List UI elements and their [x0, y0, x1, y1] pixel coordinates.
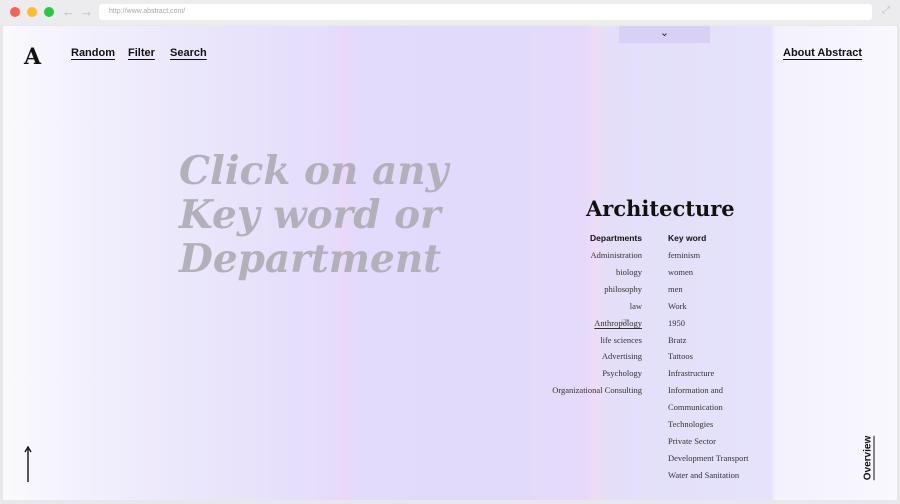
- chevron-down-icon: ⌄: [659, 27, 670, 39]
- logo[interactable]: A: [24, 44, 41, 70]
- headline-line: Key word or: [179, 192, 441, 238]
- cursor-pointer-icon: ☞: [621, 317, 630, 328]
- departments-heading: Departments: [590, 233, 642, 243]
- keyword-item[interactable]: Tattoos: [668, 348, 749, 365]
- arrow-right-icon[interactable]: →: [80, 4, 93, 20]
- overview-label: Overview: [862, 435, 874, 481]
- browser-chrome: ← → http://www.abstract.com/ ⤢: [0, 0, 900, 25]
- department-item[interactable]: biology: [552, 264, 642, 281]
- expand-icon[interactable]: ⤢: [882, 5, 890, 16]
- department-item[interactable]: philosophy: [552, 281, 642, 298]
- close-window-button[interactable]: [10, 7, 20, 17]
- department-item[interactable]: Organizational Consulting: [552, 382, 642, 399]
- page-viewport: ⌄ A Random Filter Search About Abstract …: [3, 26, 897, 500]
- keyword-item[interactable]: Information and: [668, 382, 749, 399]
- keyword-item[interactable]: men: [668, 281, 749, 298]
- nav-filter-link[interactable]: Filter: [128, 47, 155, 59]
- keyword-item[interactable]: Technologies: [668, 416, 749, 433]
- keyword-item[interactable]: Development Transport: [668, 450, 749, 467]
- overview-link[interactable]: Overview: [861, 434, 875, 482]
- maximize-window-button[interactable]: [44, 7, 54, 17]
- keywords-list: feminism women men Work 1950 Bratz Tatto…: [668, 247, 749, 484]
- department-item[interactable]: Psychology: [552, 365, 642, 382]
- about-abstract-link[interactable]: About Abstract: [783, 47, 862, 59]
- headline: Click on any Key word or Department: [179, 149, 509, 281]
- headline-line: Click on any: [179, 148, 449, 194]
- address-bar[interactable]: http://www.abstract.com/: [99, 4, 872, 20]
- keyword-item[interactable]: Private Sector: [668, 433, 749, 450]
- keyword-item[interactable]: Work: [668, 298, 749, 315]
- arrow-up-icon[interactable]: [24, 446, 32, 482]
- arrow-left-icon[interactable]: ←: [62, 4, 75, 20]
- department-item[interactable]: Advertising: [552, 348, 642, 365]
- section-title: Architecture: [586, 196, 735, 221]
- nav-search-link[interactable]: Search: [170, 47, 207, 59]
- keywords-heading: Key word: [668, 233, 707, 243]
- keyword-item[interactable]: Bratz: [668, 332, 749, 349]
- keyword-item[interactable]: feminism: [668, 247, 749, 264]
- dropdown-handle[interactable]: ⌄: [619, 26, 710, 43]
- keyword-item[interactable]: Water and Sanitation: [668, 467, 749, 484]
- keyword-item[interactable]: Infrastructure: [668, 365, 749, 382]
- nav-random-link[interactable]: Random: [71, 47, 115, 59]
- keyword-item[interactable]: 1950: [668, 315, 749, 332]
- department-item[interactable]: life sciences: [552, 332, 642, 349]
- minimize-window-button[interactable]: [27, 7, 37, 17]
- headline-line: Department: [179, 236, 442, 282]
- keyword-item[interactable]: women: [668, 264, 749, 281]
- department-item[interactable]: Administration: [552, 247, 642, 264]
- department-item[interactable]: law: [552, 298, 642, 315]
- keyword-item[interactable]: Communication: [668, 399, 749, 416]
